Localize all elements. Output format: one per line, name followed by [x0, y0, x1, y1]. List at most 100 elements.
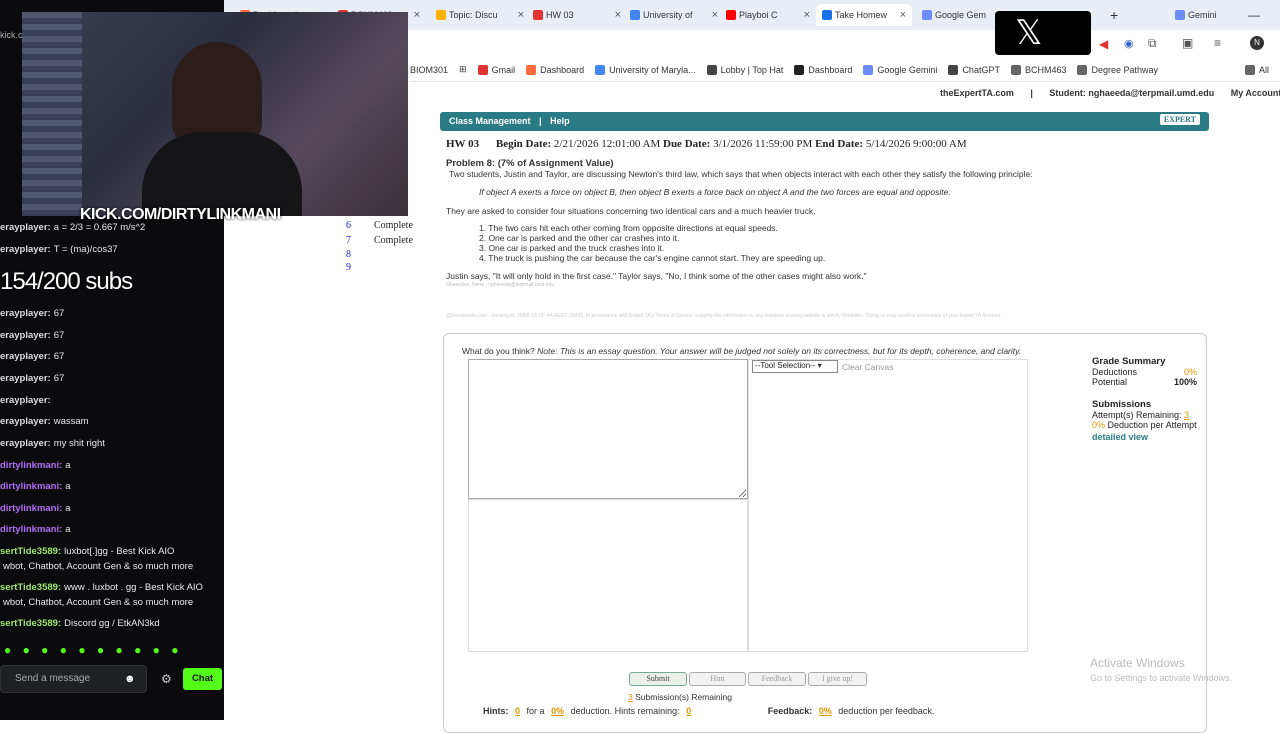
tab-close-icon[interactable]: × [804, 9, 810, 21]
tool-selection-dropdown[interactable]: --Tool Selection-- ▾ [752, 360, 838, 373]
chat-username[interactable]: sertTide3589: [0, 582, 61, 593]
essay-answer-input[interactable] [468, 359, 748, 499]
tab-label: HW 03 [546, 10, 574, 20]
chat-username[interactable]: erayplayer: [0, 395, 51, 406]
hw-dates: HW 03 Begin Date: 2/21/2026 12:01:00 AM … [446, 138, 967, 150]
chat-username[interactable]: dirtylinkmani: [0, 481, 62, 492]
tab-label: University of [643, 10, 693, 20]
chat-username[interactable]: dirtylinkmani: [0, 524, 62, 535]
chat-username[interactable]: erayplayer: [0, 244, 51, 255]
problem-status-row[interactable]: 9 [346, 262, 374, 273]
chat-username[interactable]: erayplayer: [0, 438, 51, 449]
bookmark-item[interactable]: University of Maryla... [595, 64, 696, 75]
problem-status-row[interactable]: 6 Complete [346, 220, 413, 231]
bookmark-item[interactable]: BIOM301 [410, 65, 448, 75]
chat-username[interactable]: erayplayer: [0, 222, 51, 233]
problem-number[interactable]: 6 [346, 220, 351, 231]
chat-username[interactable]: erayplayer: [0, 416, 51, 427]
tab-close-icon[interactable]: × [900, 9, 906, 21]
bookmark-item[interactable]: BCHM463 [1010, 64, 1067, 75]
site-link[interactable]: theExpertTA.com [940, 88, 1014, 98]
bookmark-icon [794, 64, 805, 75]
emoji-icon[interactable]: ☻ [124, 673, 136, 685]
my-account-link[interactable]: My Account [1231, 88, 1280, 98]
browser-tab[interactable]: Take Homew × [816, 4, 912, 26]
feedback-button[interactable]: Feedback [748, 672, 806, 686]
bookmark-icon [706, 64, 717, 75]
bookmark-item[interactable]: All [1244, 64, 1269, 75]
bookmark-item[interactable]: Gmail [477, 64, 515, 75]
apps-grid-icon[interactable]: ⊞ [459, 64, 467, 75]
browser-tab[interactable]: Playboi C × [726, 4, 810, 26]
submissions-remaining: 3 Submission(s) Remaining [628, 692, 732, 702]
menu-icon[interactable]: ≡ [1214, 36, 1221, 50]
chat-text: 67 [53, 330, 65, 341]
bookmark-item[interactable]: Degree Pathway [1077, 64, 1158, 75]
problem-number[interactable]: 8 [346, 249, 351, 260]
bookmark-item[interactable]: Dashboard [794, 64, 852, 75]
settings-gear-icon[interactable]: ⚙ [161, 672, 172, 686]
drawing-canvas-left[interactable] [468, 499, 748, 652]
profile-avatar[interactable]: N [1250, 36, 1264, 50]
chat-message: dirtylinkmani: a [0, 460, 71, 471]
class-management-link[interactable]: Class Management [449, 116, 531, 126]
give-up-button[interactable]: I give up! [808, 672, 867, 686]
chat-username[interactable]: erayplayer: [0, 373, 51, 384]
drawing-canvas-right[interactable] [748, 359, 1028, 652]
tab-close-icon[interactable]: × [615, 9, 621, 21]
bookmark-item[interactable]: Google Gemini [863, 64, 937, 75]
chat-username[interactable]: erayplayer: [0, 308, 51, 319]
new-tab-icon[interactable]: + [1110, 4, 1118, 26]
chat-username[interactable]: dirtylinkmani: [0, 503, 62, 514]
bookmark-item[interactable]: Dashboard [526, 64, 584, 75]
feedback-label: Feedback: [767, 706, 813, 716]
hints-remaining-value: 0 [686, 706, 692, 716]
bookmark-item[interactable]: ChatGPT [948, 64, 1000, 75]
problem-number[interactable]: 7 [346, 235, 351, 246]
problem-status-row[interactable]: 7 Complete [346, 235, 413, 246]
bookmark-item[interactable]: Lobby | Top Hat [706, 64, 783, 75]
sidepanel-icon[interactable]: ▣ [1182, 36, 1193, 50]
bookmarks-bar: BIOM301 ⊞ Gmail Dashboard University of Mary… [410, 58, 1280, 82]
browser-tab[interactable]: Google Gem× [922, 4, 1004, 26]
browser-tab[interactable]: Gemini [1175, 4, 1235, 26]
chat-send-button[interactable]: Chat [183, 668, 222, 690]
chat-text: a [65, 481, 71, 492]
header-separator: | [1030, 88, 1033, 98]
tab-label: Gemini [1188, 10, 1217, 20]
expertta-logo: EXPERT [1159, 114, 1200, 125]
bookmark-label: BCHM463 [1024, 64, 1067, 75]
detailed-view-link[interactable]: detailed view [1092, 432, 1197, 442]
clear-canvas-link[interactable]: Clear Canvas [842, 362, 894, 372]
puzzle-icon[interactable]: ⧉ [1148, 36, 1157, 51]
chat-username[interactable]: sertTide3589: [0, 546, 61, 557]
mute-icon[interactable]: ◀ [1099, 37, 1108, 51]
problem-status-row[interactable]: 8 [346, 249, 374, 260]
tab-close-icon[interactable]: × [518, 9, 524, 21]
tab-close-icon[interactable]: × [414, 9, 420, 21]
submit-button[interactable]: Submit [629, 672, 687, 686]
student-name-tiny: Ghaeedan, Nima - nghaeeda@terpmail.umd.e… [446, 282, 555, 288]
problem-number[interactable]: 9 [346, 262, 351, 273]
tab-close-icon[interactable]: × [712, 9, 718, 21]
bookmark-icon [948, 64, 959, 75]
extension-icon[interactable]: ◉ [1124, 37, 1134, 50]
submissions-remaining-count: 3 [628, 692, 633, 702]
problem-intro: Two students, Justin and Taylor, are dis… [449, 169, 1033, 179]
help-link[interactable]: Help [550, 116, 570, 126]
begin-label: Begin Date: [495, 138, 552, 150]
chat-message: erayplayer: 67 [0, 351, 64, 362]
bookmark-icon [1010, 64, 1021, 75]
minimize-icon[interactable]: — [1248, 4, 1260, 26]
chat-username[interactable]: erayplayer: [0, 330, 51, 341]
chat-message: wbot, Chatbot, Account Gen & so much mor… [0, 597, 193, 608]
browser-tab[interactable]: HW 03 × [533, 4, 621, 26]
chat-username[interactable]: erayplayer: [0, 351, 51, 362]
emote-row[interactable]: ● ● ● ● ● ● ● ● ● ● [4, 643, 183, 657]
chat-username[interactable]: sertTide3589: [0, 618, 61, 629]
hint-button[interactable]: Hint [689, 672, 746, 686]
browser-tab[interactable]: Topic: Discu × [436, 4, 524, 26]
end-label: End Date: [815, 138, 864, 150]
chat-username[interactable]: dirtylinkmani: [0, 460, 62, 471]
browser-tab[interactable]: University of × [630, 4, 718, 26]
